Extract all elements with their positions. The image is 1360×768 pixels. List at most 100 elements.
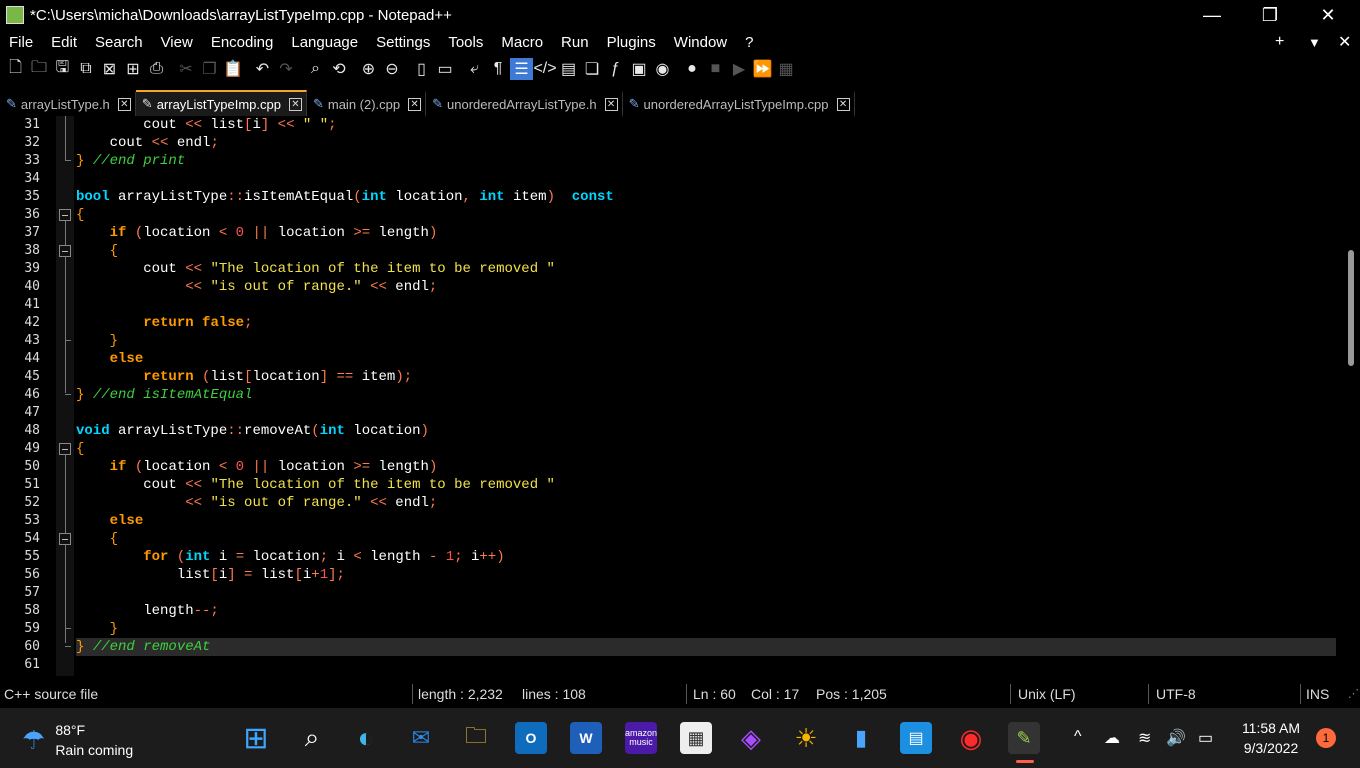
menu-tools[interactable]: Tools — [439, 34, 492, 51]
monitoring-icon[interactable]: ◉ — [651, 58, 674, 80]
redo-icon[interactable]: ↷ — [275, 58, 298, 80]
close-icon[interactable]: ⊠ — [98, 58, 121, 80]
indent-guide-icon[interactable]: ☰ — [510, 58, 533, 80]
menu-file[interactable]: File — [0, 34, 42, 51]
menu-plugins[interactable]: Plugins — [598, 34, 665, 51]
file-explorer-icon[interactable]: 🗀 — [460, 722, 492, 754]
paste-icon[interactable]: 📋 — [222, 58, 245, 80]
document-map-icon[interactable]: ▤ — [557, 58, 580, 80]
edge-browser-icon[interactable]: ◐ — [350, 722, 382, 754]
system-clock[interactable]: 11:58 AM 9/3/2022 — [1236, 718, 1306, 758]
save-icon[interactable]: 🖫 — [51, 58, 74, 80]
restore-button[interactable]: ❐ — [1241, 0, 1299, 30]
print-icon[interactable]: ⎙ — [145, 58, 168, 80]
menu-window[interactable]: Window — [665, 34, 736, 51]
fold-toggle-icon[interactable] — [59, 443, 71, 455]
tab-arraylisttype-h[interactable]: ✎ arrayListType.h ✕ — [0, 92, 136, 116]
messenger-icon[interactable]: ◈ — [735, 722, 767, 754]
weather-app-icon[interactable]: ☀ — [790, 722, 822, 754]
word-wrap-icon[interactable]: ⤶ — [463, 58, 486, 80]
line-number: 32 — [24, 135, 40, 150]
tray-overflow-chevron-icon[interactable]: ^ — [1074, 728, 1082, 746]
sync-vertical-icon[interactable]: ▯ — [410, 58, 433, 80]
close-window-button[interactable]: ✕ — [1299, 0, 1357, 30]
play-macro-icon[interactable]: ▶ — [728, 58, 751, 80]
search-icon[interactable]: ⌕ — [296, 722, 328, 754]
zoom-out-icon[interactable]: ⊖ — [381, 58, 404, 80]
scrollbar-thumb[interactable] — [1348, 250, 1354, 366]
fold-toggle-icon[interactable] — [59, 245, 71, 257]
tab-close-icon[interactable]: ✕ — [117, 97, 131, 111]
windows-start-icon[interactable]: ⊞ — [240, 722, 272, 755]
folder-workspace-icon[interactable]: ▣ — [628, 58, 651, 80]
menu-edit[interactable]: Edit — [42, 34, 86, 51]
close-document-button[interactable]: ✕ — [1338, 30, 1351, 54]
new-tab-plus-button[interactable]: + — [1275, 30, 1284, 54]
tab-list-dropdown-button[interactable]: ▼ — [1308, 30, 1321, 54]
menu-run[interactable]: Run — [552, 34, 598, 51]
calculator-app-icon[interactable]: ▤ — [900, 722, 932, 754]
save-macro-icon[interactable]: ▦ — [775, 58, 798, 80]
tab-main-2-cpp[interactable]: ✎ main (2).cpp ✕ — [307, 92, 427, 116]
vertical-scrollbar[interactable] — [1346, 116, 1360, 676]
device-app-icon[interactable]: ▮ — [845, 722, 877, 754]
mail-icon[interactable]: ✉ — [405, 722, 437, 754]
function-list-icon[interactable]: ƒ — [604, 58, 627, 80]
tab-label: arrayListTypeImp.cpp — [156, 96, 281, 112]
tab-unorderedarraylisttypeimp-cpp[interactable]: ✎ unorderedArrayListTypeImp.cpp ✕ — [623, 92, 855, 116]
outlook-icon[interactable]: O — [515, 722, 547, 754]
undo-icon[interactable]: ↶ — [251, 58, 274, 80]
tab-close-icon[interactable]: ✕ — [408, 97, 422, 111]
menu-encoding[interactable]: Encoding — [202, 34, 283, 51]
save-all-icon[interactable]: ⧉ — [75, 58, 98, 80]
copy-icon[interactable]: ❐ — [198, 58, 221, 80]
tab-close-icon[interactable]: ✕ — [288, 97, 302, 111]
menu-view[interactable]: View — [152, 34, 202, 51]
youtube-music-icon[interactable]: ◉ — [955, 722, 987, 754]
tab-arraylisttypeimp-cpp[interactable]: ✎ arrayListTypeImp.cpp ✕ — [135, 90, 307, 116]
menu-settings[interactable]: Settings — [367, 34, 439, 51]
new-file-icon[interactable]: 🗋 — [4, 58, 27, 80]
show-all-chars-icon[interactable]: ¶ — [487, 58, 510, 80]
weather-widget[interactable]: ☂ 88°F Rain coming — [22, 720, 133, 760]
record-macro-icon[interactable]: ● — [681, 58, 704, 80]
menu-help[interactable]: ? — [736, 34, 762, 51]
onedrive-cloud-icon[interactable]: ☁ — [1104, 728, 1120, 748]
line-number: 34 — [24, 171, 40, 186]
menu-search[interactable]: Search — [86, 34, 152, 51]
code-editor[interactable]: 31 32 33 34 35 36 37 38 39 40 41 42 43 4… — [0, 116, 1346, 676]
fold-toggle-icon[interactable] — [59, 533, 71, 545]
minimize-button[interactable]: — — [1183, 0, 1241, 30]
close-all-icon[interactable]: ⊞ — [122, 58, 145, 80]
battery-icon[interactable]: ▭ — [1198, 728, 1213, 748]
notepadpp-taskbar-icon[interactable]: ✎ — [1008, 722, 1040, 754]
code-line: if (location < 0 || location >= length) — [109, 225, 438, 241]
zoom-in-icon[interactable]: ⊕ — [357, 58, 380, 80]
tab-unorderedarraylisttype-h[interactable]: ✎ unorderedArrayListType.h ✕ — [426, 92, 623, 116]
notification-badge[interactable]: 1 — [1316, 728, 1336, 748]
fold-toggle-icon[interactable] — [59, 209, 71, 221]
cut-icon[interactable]: ✂ — [175, 58, 198, 80]
volume-icon[interactable]: 🔊 — [1166, 728, 1186, 748]
document-list-icon[interactable]: ❏ — [581, 58, 604, 80]
replace-icon[interactable]: ⟲ — [328, 58, 351, 80]
tab-close-icon[interactable]: ✕ — [604, 97, 618, 111]
amazon-music-icon[interactable]: amazon music — [625, 722, 657, 754]
run-multiple-macro-icon[interactable]: ⏩ — [751, 58, 774, 80]
sync-horizontal-icon[interactable]: ▭ — [434, 58, 457, 80]
find-icon[interactable]: ⌕ — [304, 58, 327, 80]
microsoft-store-icon[interactable]: ▦ — [680, 722, 712, 754]
status-insert-mode[interactable]: INS — [1302, 682, 1329, 706]
fold-end-marker — [65, 646, 71, 647]
tab-close-icon[interactable]: ✕ — [836, 97, 850, 111]
word-icon[interactable]: W — [570, 722, 602, 754]
open-folder-icon[interactable]: 🗀 — [28, 58, 51, 80]
wifi-icon[interactable]: ≋ — [1138, 728, 1151, 748]
menu-macro[interactable]: Macro — [492, 34, 552, 51]
xml-tag-icon[interactable]: </> — [533, 58, 556, 80]
status-encoding[interactable]: UTF-8 — [1152, 682, 1196, 706]
menu-language[interactable]: Language — [282, 34, 367, 51]
stop-record-icon[interactable]: ■ — [704, 58, 727, 80]
pencil-icon: ✎ — [628, 96, 640, 111]
status-eol[interactable]: Unix (LF) — [1014, 682, 1076, 706]
